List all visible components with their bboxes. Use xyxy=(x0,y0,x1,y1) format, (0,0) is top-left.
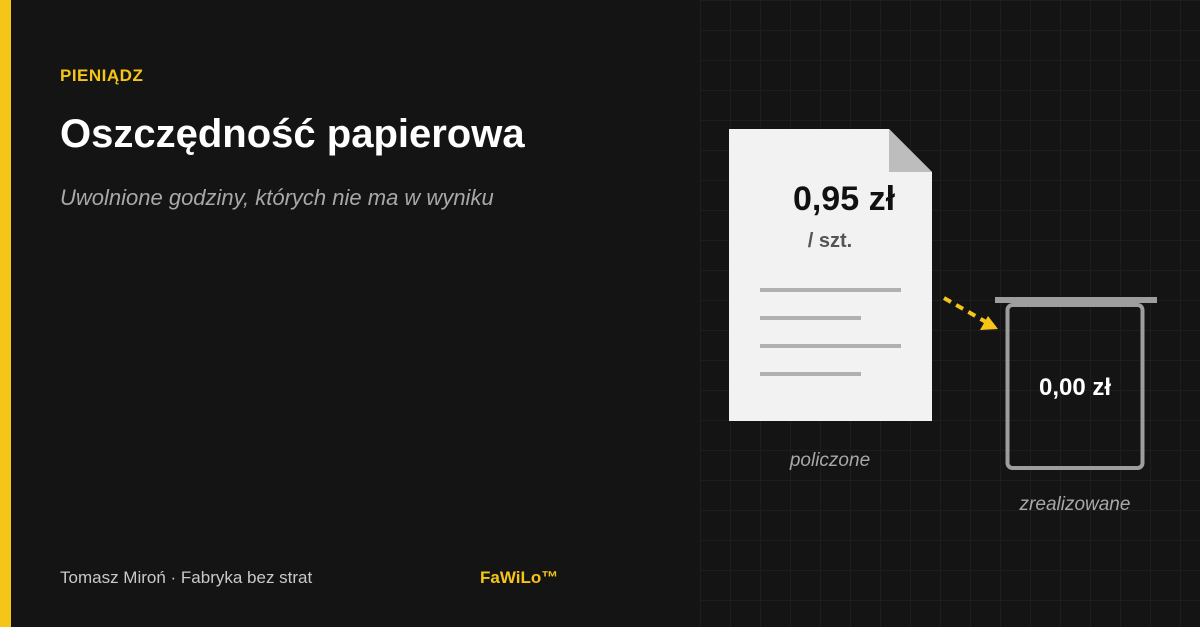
bin-caption: zrealizowane xyxy=(1019,494,1131,515)
bin-lid xyxy=(995,297,1157,303)
page-subtitle: Uwolnione godziny, których nie ma w wyni… xyxy=(60,185,494,210)
document-price: 0,95 zł xyxy=(792,180,896,218)
document-icon xyxy=(729,129,932,421)
footer-brand: FaWiLo™ xyxy=(480,568,559,587)
category-label: PIENIĄDZ xyxy=(60,66,144,85)
bin-value: 0,00 zł xyxy=(1038,374,1112,401)
document-line xyxy=(760,372,861,376)
document-line xyxy=(760,344,901,348)
document-line xyxy=(760,288,901,292)
page-title: Oszczędność papierowa xyxy=(60,112,525,156)
accent-bar xyxy=(0,0,11,627)
document-unit: / szt. xyxy=(807,230,853,252)
document-caption: policzone xyxy=(789,450,871,471)
footer-author: Tomasz Miroń · Fabryka bez strat xyxy=(60,568,313,587)
document-line xyxy=(760,316,861,320)
